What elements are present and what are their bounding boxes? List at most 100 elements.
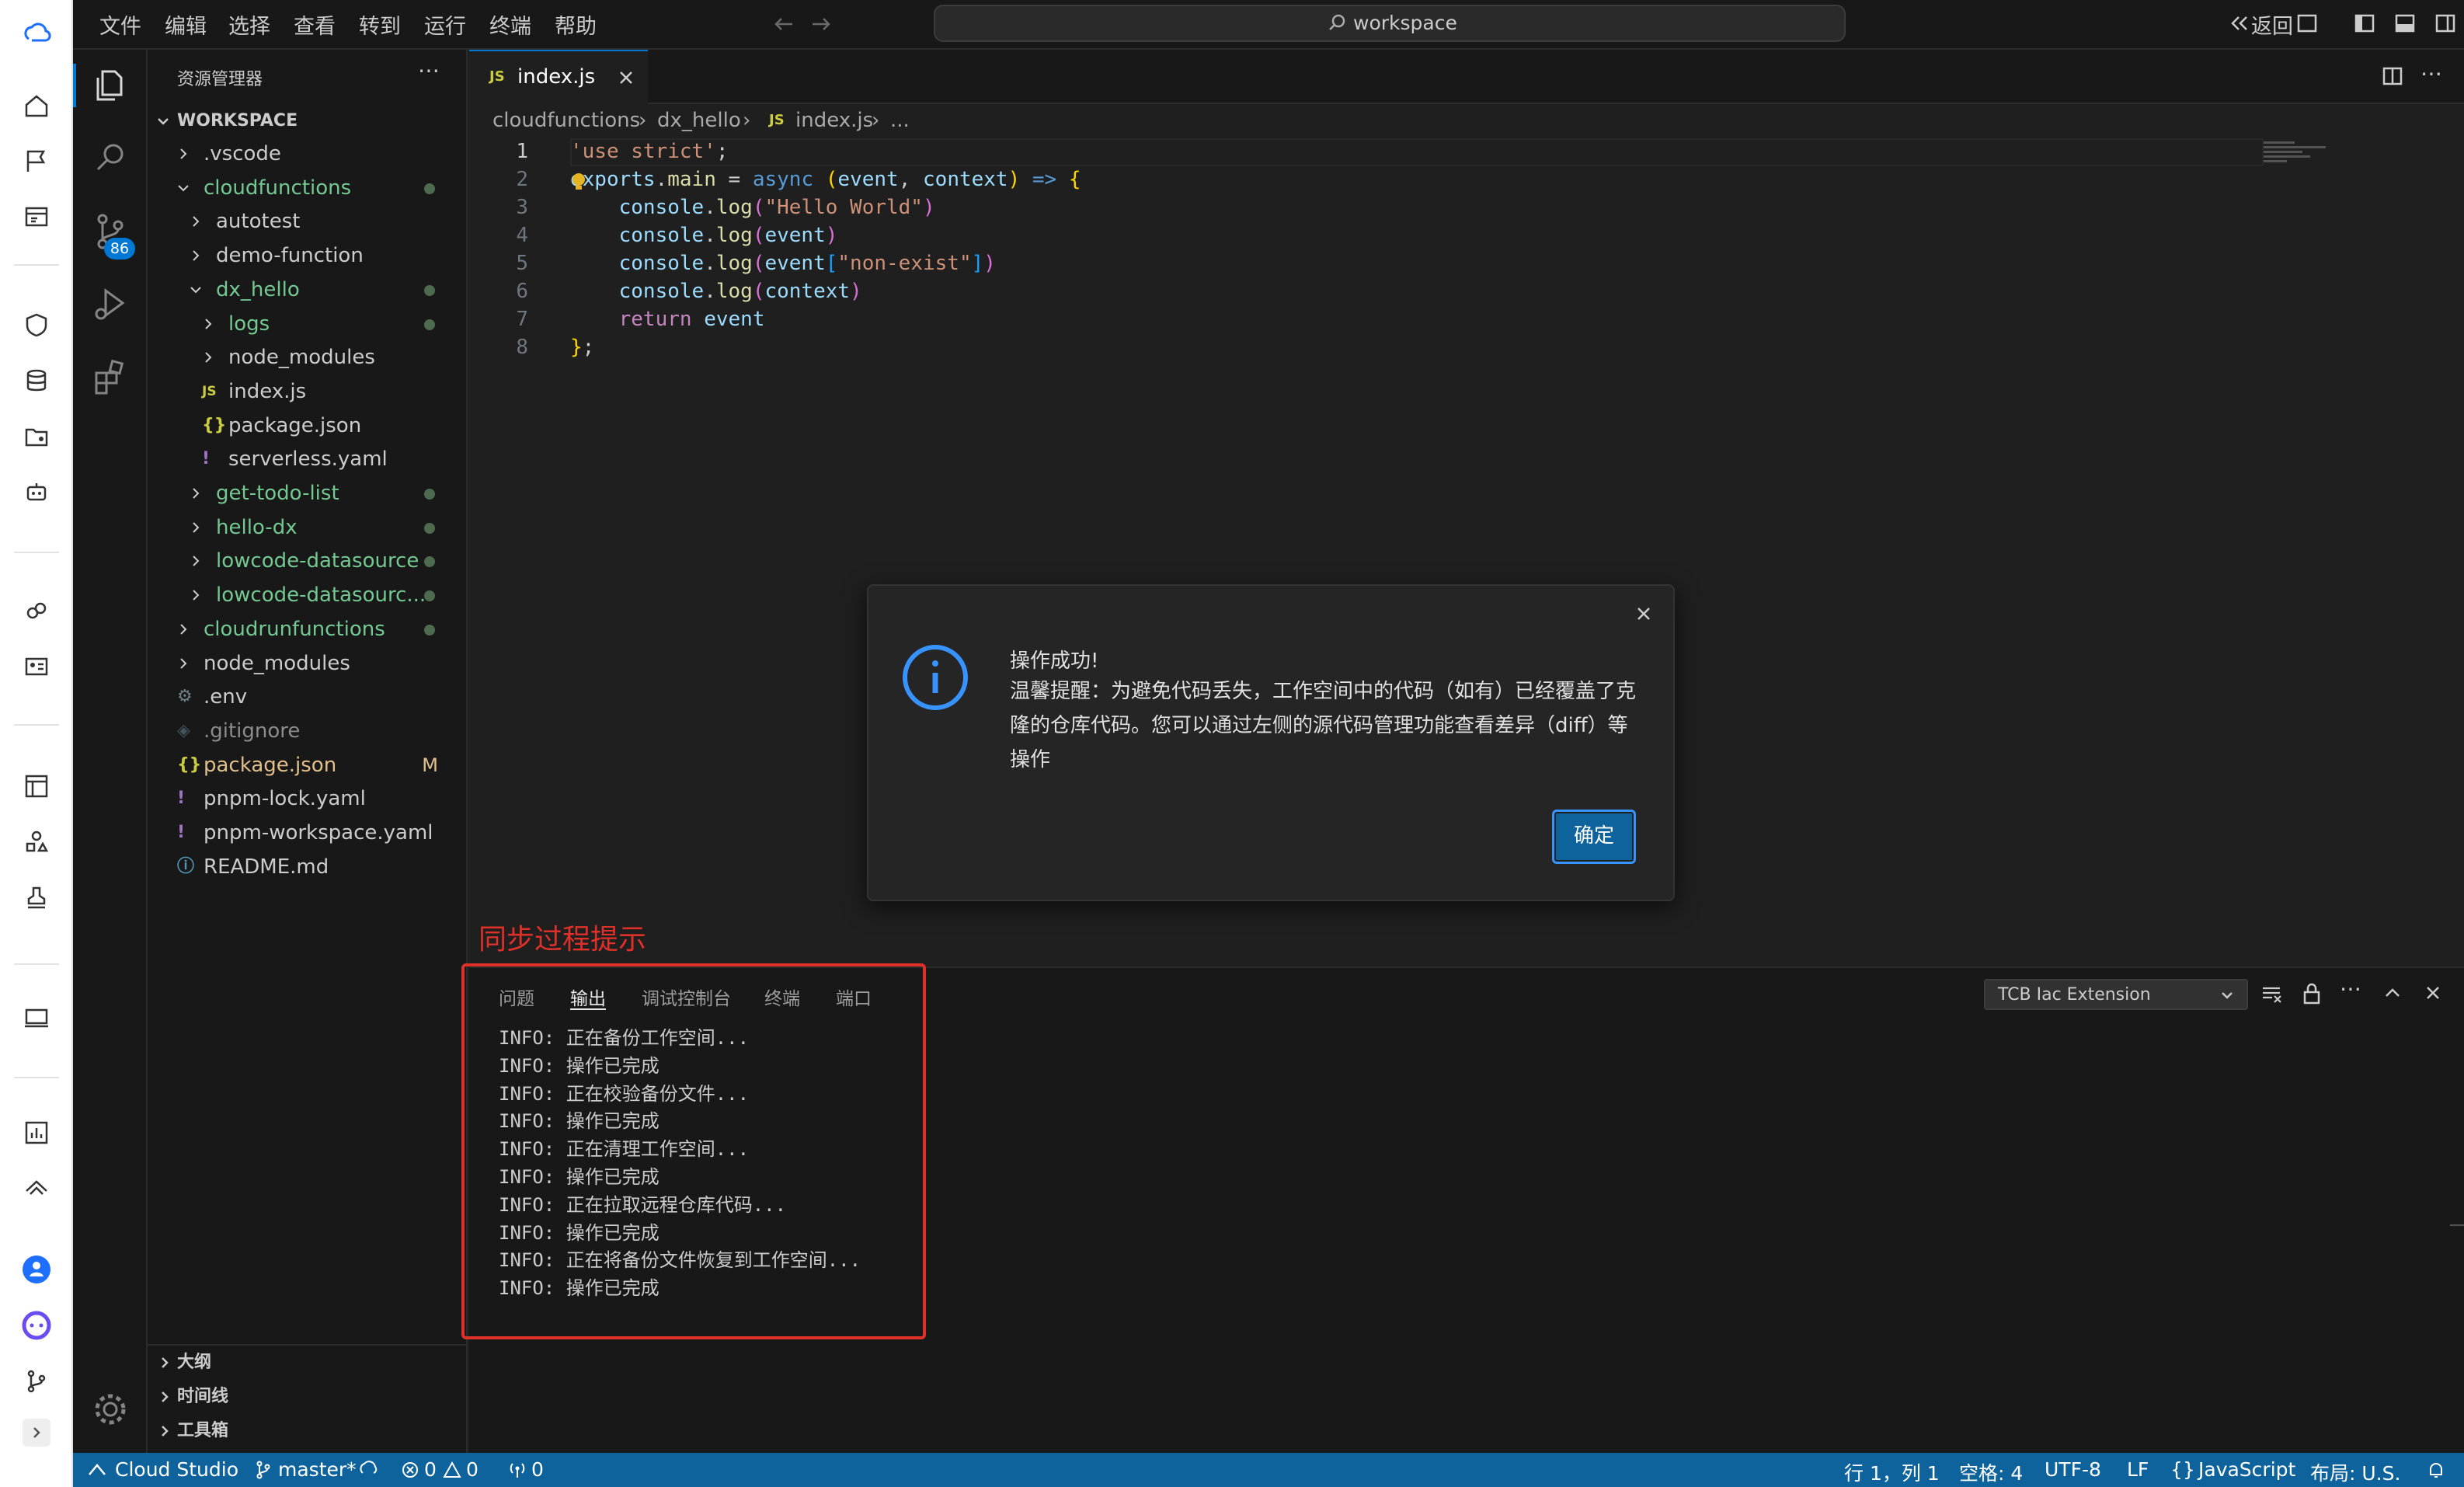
menu-edit[interactable]: 编辑 [165, 9, 207, 40]
monitor-icon[interactable] [18, 999, 55, 1036]
tree-folder[interactable]: cloudrunfunctions [148, 612, 466, 646]
menu-file[interactable]: 文件 [99, 9, 141, 40]
cloud-logo-icon[interactable] [18, 16, 55, 53]
tree-folder[interactable]: demo-function [148, 239, 466, 273]
explorer-more-icon[interactable]: ⋯ [418, 57, 440, 83]
code-line[interactable]: console.log(event["non-exist"]) [570, 252, 996, 275]
user-avatar-icon[interactable] [18, 1251, 55, 1288]
clear-output-icon[interactable] [2260, 984, 2282, 1005]
workspace-icon[interactable] [18, 199, 55, 236]
id-card-icon[interactable] [18, 648, 55, 685]
status-errors[interactable]: 0 [424, 1458, 437, 1481]
tree-file[interactable]: ⚙ .env [148, 680, 466, 714]
tree-folder[interactable]: lowcode-datasourc... [148, 578, 466, 612]
sync-icon[interactable] [359, 1461, 379, 1479]
section-outline[interactable]: 大纲 [148, 1346, 466, 1380]
extensions-icon[interactable] [89, 356, 132, 399]
status-brand[interactable]: Cloud Studio [115, 1458, 238, 1481]
status-branch[interactable]: master* [278, 1458, 357, 1481]
robot-icon[interactable] [18, 474, 55, 511]
tree-folder[interactable]: dx_hello [148, 273, 466, 307]
breadcrumb-item[interactable]: cloudfunctions [492, 109, 640, 132]
remote-icon[interactable] [87, 1461, 107, 1479]
breadcrumb-item[interactable]: dx_hello [657, 109, 741, 132]
folder-user-icon[interactable] [18, 418, 55, 455]
home-icon[interactable] [18, 87, 55, 124]
expand-sidebar-icon[interactable] [23, 1419, 50, 1447]
status-encoding[interactable]: UTF-8 [2045, 1458, 2101, 1481]
toggle-panel-icon[interactable] [2394, 12, 2416, 34]
status-spaces[interactable]: 空格: 4 [1959, 1458, 2023, 1486]
assistant-icon[interactable] [18, 1307, 55, 1344]
breadcrumb-item[interactable]: index.js [795, 109, 873, 132]
section-toolbox[interactable]: 工具箱 [148, 1414, 466, 1448]
tree-file[interactable]: ◈ .gitignore [148, 714, 466, 748]
code-line[interactable]: console.log(context) [570, 280, 862, 303]
editor-more-icon[interactable]: ⋯ [2420, 61, 2442, 86]
menu-run[interactable]: 运行 [424, 9, 466, 40]
output-channel-select[interactable]: TCB Iac Extension [1984, 979, 2248, 1010]
code-line[interactable]: exports.main = async (event, context) =>… [570, 168, 1081, 191]
close-panel-icon[interactable] [2422, 982, 2444, 1004]
section-timeline[interactable]: 时间线 [148, 1380, 466, 1414]
code-line[interactable]: return event [570, 308, 765, 331]
status-position[interactable]: 行 1，列 1 [1844, 1458, 1940, 1486]
chevrons-left-icon[interactable] [2229, 11, 2250, 36]
tree-file[interactable]: ! pnpm-lock.yaml [148, 782, 466, 816]
search-icon[interactable] [89, 137, 132, 180]
tree-folder[interactable]: lowcode-datasource [148, 544, 466, 578]
run-debug-icon[interactable] [89, 283, 132, 326]
lightbulb-icon[interactable] [569, 171, 589, 191]
menu-go[interactable]: 转到 [359, 9, 401, 40]
explorer-icon[interactable] [89, 64, 132, 107]
git-icon[interactable] [18, 1363, 55, 1400]
code-line[interactable]: console.log(event) [570, 224, 838, 247]
workspace-root[interactable]: WORKSPACE [148, 104, 466, 138]
cloud-sync-icon[interactable] [18, 1168, 55, 1206]
stamp-icon[interactable] [18, 879, 55, 917]
split-editor-icon[interactable] [2382, 65, 2403, 87]
status-language[interactable]: JavaScript [2198, 1458, 2295, 1481]
shield-icon[interactable] [18, 306, 55, 343]
tree-folder[interactable]: node_modules [148, 340, 466, 374]
shapes-icon[interactable] [18, 824, 55, 861]
toggle-primary-sidebar-icon[interactable] [2354, 12, 2375, 34]
tree-file[interactable]: {} package.json M [148, 748, 466, 782]
settings-gear-icon[interactable] [89, 1388, 132, 1431]
tree-folder[interactable]: cloudfunctions [148, 171, 466, 205]
tree-file[interactable]: JS index.js [148, 374, 466, 409]
tree-folder[interactable]: get-todo-list [148, 476, 466, 510]
command-center-search[interactable]: workspace [934, 5, 1846, 42]
ok-button[interactable]: 确定 [1552, 810, 1636, 864]
tree-folder[interactable]: .vscode [148, 137, 466, 171]
close-icon[interactable] [1634, 604, 1653, 623]
tab-index-js[interactable]: JS index.js [469, 50, 648, 104]
tree-folder[interactable]: node_modules [148, 646, 466, 681]
back-button[interactable]: 返回 [2251, 9, 2293, 40]
panel-more-icon[interactable]: ⋯ [2340, 976, 2361, 1001]
status-warnings[interactable]: 0 [466, 1458, 479, 1481]
tree-folder[interactable]: logs [148, 307, 466, 341]
menu-terminal[interactable]: 终端 [489, 9, 531, 40]
bell-icon[interactable] [2427, 1461, 2445, 1479]
tree-file[interactable]: ! serverless.yaml [148, 442, 466, 476]
breadcrumb-item[interactable]: ... [890, 109, 910, 132]
lock-icon[interactable] [2301, 982, 2323, 1005]
status-ports[interactable]: 0 [531, 1458, 544, 1481]
menu-view[interactable]: 查看 [294, 9, 336, 40]
code-line[interactable]: 'use strict'; [570, 140, 729, 163]
status-layout[interactable]: 布局: U.S. [2310, 1458, 2400, 1486]
nav-back-icon[interactable] [772, 12, 795, 36]
flag-icon[interactable] [18, 143, 55, 180]
toggle-secondary-sidebar-icon[interactable] [2434, 12, 2456, 34]
tree-file[interactable]: ⓘ README.md [148, 850, 466, 884]
nav-forward-icon[interactable] [809, 12, 833, 36]
tree-file[interactable]: ! pnpm-workspace.yaml [148, 816, 466, 850]
tree-file[interactable]: {} package.json [148, 409, 466, 443]
maximize-panel-icon[interactable] [2382, 982, 2403, 1004]
code-line[interactable]: }; [570, 336, 594, 359]
chart-icon[interactable] [18, 1114, 55, 1151]
tree-folder[interactable]: hello-dx [148, 510, 466, 545]
menu-selection[interactable]: 选择 [228, 9, 270, 40]
database-icon[interactable] [18, 362, 55, 399]
